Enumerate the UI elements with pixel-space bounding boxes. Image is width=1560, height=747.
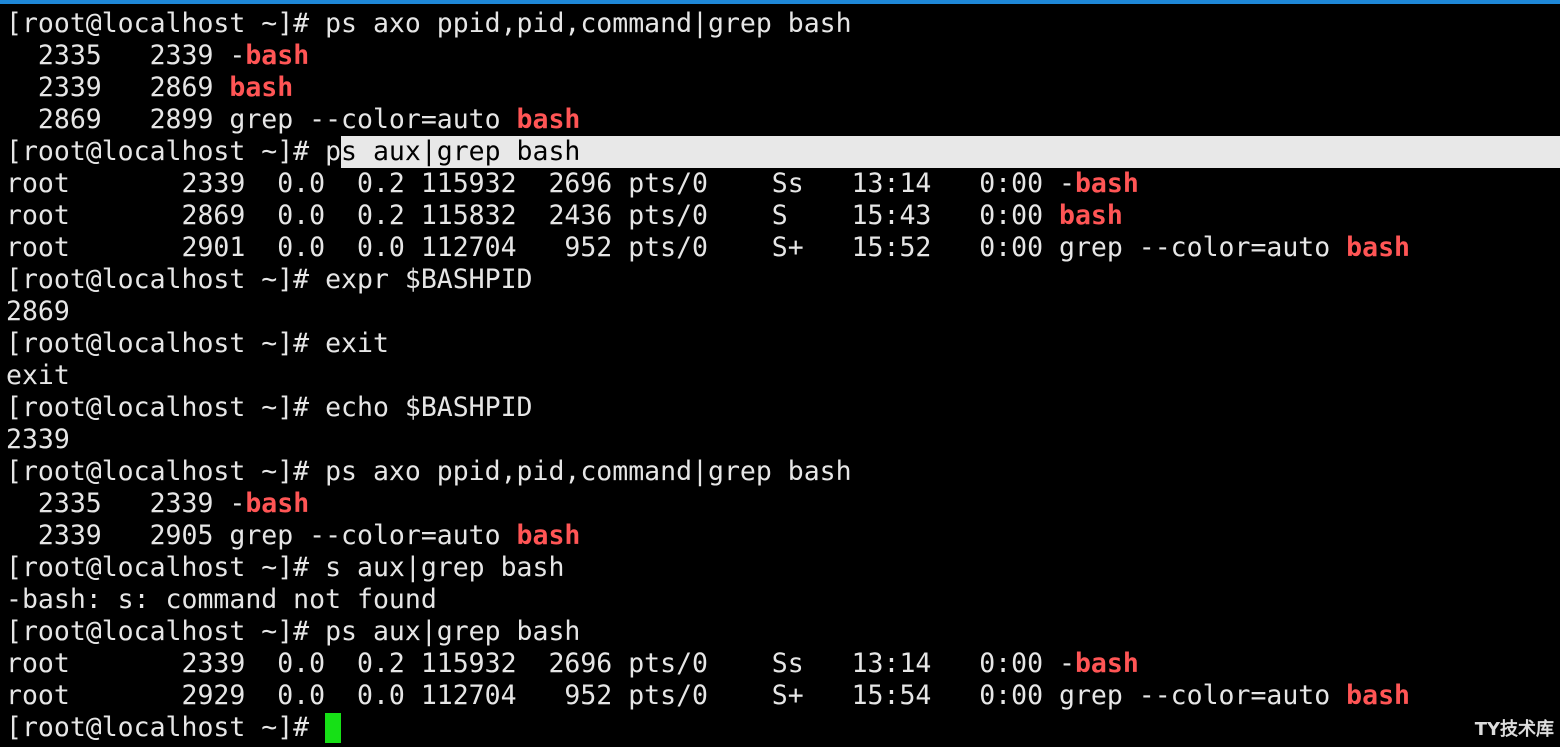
grep-match-text: bash — [516, 520, 581, 551]
terminal-text: root 2869 0.0 0.2 115832 2436 pts/0 S 15… — [6, 200, 1059, 231]
terminal-text: root 2339 0.0 0.2 115932 2696 pts/0 Ss 1… — [6, 648, 1075, 679]
terminal-line: [root@localhost ~]# ps axo ppid,pid,comm… — [0, 8, 1560, 40]
terminal-text: [root@localhost ~]# — [6, 712, 326, 743]
grep-match-text: bash — [245, 40, 310, 71]
grep-match-text: bash — [1059, 200, 1123, 231]
terminal-text: 2335 2339 - — [6, 488, 246, 519]
terminal-cursor[interactable] — [325, 713, 342, 743]
terminal-text: root 2901 0.0 0.0 112704 952 pts/0 S+ 15… — [6, 232, 1347, 263]
terminal-line: 2869 — [0, 296, 1560, 328]
grep-match-text: bash — [1346, 232, 1410, 263]
terminal-line: root 2339 0.0 0.2 115932 2696 pts/0 Ss 1… — [0, 168, 1560, 200]
terminal-text: [root@localhost ~]# ps axo ppid,pid,comm… — [6, 456, 852, 487]
grep-match-text: bash — [229, 72, 294, 103]
terminal-line: [root@localhost ~]# expr $BASHPID — [0, 264, 1560, 296]
terminal-line: -bash: s: command not found — [0, 584, 1560, 616]
terminal-text: [root@localhost ~]# echo $BASHPID — [6, 392, 533, 423]
terminal-line: 2335 2339 -bash — [0, 40, 1560, 72]
terminal-text: -bash: s: command not found — [6, 584, 437, 615]
grep-match-text: bash — [1074, 648, 1139, 679]
terminal-line: 2339 2869 bash — [0, 72, 1560, 104]
terminal-text: 2869 — [6, 296, 70, 327]
terminal-line: root 2901 0.0 0.0 112704 952 pts/0 S+ 15… — [0, 232, 1560, 264]
terminal-line: [root@localhost ~]# exit — [0, 328, 1560, 360]
terminal-text: [root@localhost ~]# ps axo ppid,pid,comm… — [6, 8, 852, 39]
terminal-line: [root@localhost ~]# s aux|grep bash — [0, 552, 1560, 584]
grep-match-text: bash — [516, 104, 581, 135]
grep-match-text: bash — [1346, 680, 1410, 711]
terminal-text: 2339 — [6, 424, 70, 455]
grep-match-text: bash — [245, 488, 310, 519]
grep-match-text: bash — [1074, 168, 1139, 199]
terminal-text: 2869 2899 grep --color=auto — [6, 104, 517, 135]
terminal-line: [root@localhost ~]# ps aux|grep bash — [0, 136, 1560, 168]
terminal-line: [root@localhost ~]# echo $BASHPID — [0, 392, 1560, 424]
terminal-line: root 2869 0.0 0.2 115832 2436 pts/0 S 15… — [0, 200, 1560, 232]
terminal-text: [root@localhost ~]# ps aux|grep bash — [6, 616, 581, 647]
terminal-text: root 2339 0.0 0.2 115932 2696 pts/0 Ss 1… — [6, 168, 1075, 199]
terminal-line: root 2339 0.0 0.2 115932 2696 pts/0 Ss 1… — [0, 648, 1560, 680]
window-top-accent — [0, 0, 1560, 4]
terminal-text: exit — [6, 360, 70, 391]
terminal-line: 2335 2339 -bash — [0, 488, 1560, 520]
terminal-prompt-line: [root@localhost ~]# — [0, 712, 1560, 744]
terminal-text: 2335 2339 - — [6, 40, 246, 71]
terminal-line: [root@localhost ~]# ps aux|grep bash — [0, 616, 1560, 648]
terminal-output[interactable]: [root@localhost ~]# ps axo ppid,pid,comm… — [0, 8, 1560, 747]
selected-text: s aux|grep bash — [341, 136, 581, 167]
terminal-text: [root@localhost ~]# s aux|grep bash — [6, 552, 565, 583]
terminal-text: [root@localhost ~]# p — [6, 136, 342, 167]
terminal-line: exit — [0, 360, 1560, 392]
terminal-line: 2869 2899 grep --color=auto bash — [0, 104, 1560, 136]
terminal-text: root 2929 0.0 0.0 112704 952 pts/0 S+ 15… — [6, 680, 1347, 711]
terminal-text: 2339 2905 grep --color=auto — [6, 520, 517, 551]
terminal-line: 2339 — [0, 424, 1560, 456]
terminal-text: [root@localhost ~]# expr $BASHPID — [6, 264, 533, 295]
terminal-line: 2339 2905 grep --color=auto bash — [0, 520, 1560, 552]
watermark: TY技术库 — [1474, 719, 1554, 740]
terminal-text: [root@localhost ~]# exit — [6, 328, 389, 359]
terminal-text: 2339 2869 — [6, 72, 230, 103]
terminal-line: root 2929 0.0 0.0 112704 952 pts/0 S+ 15… — [0, 680, 1560, 712]
terminal-line: [root@localhost ~]# ps axo ppid,pid,comm… — [0, 456, 1560, 488]
